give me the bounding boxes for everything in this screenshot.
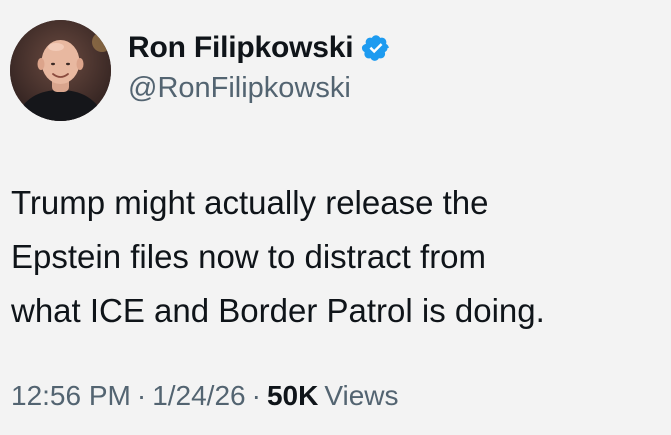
tweet-card[interactable]: Ron Filipkowski @RonFilipkowski Trump mi… xyxy=(0,0,671,435)
tweet-text-line: Epstein files now to distract from xyxy=(11,238,487,275)
author-avatar[interactable] xyxy=(10,20,111,121)
tweet-text-line: Trump might actually release the xyxy=(11,184,489,221)
tweet-date[interactable]: 1/24/26 xyxy=(152,380,245,412)
meta-separator: · xyxy=(136,380,147,411)
author-display-name[interactable]: Ron Filipkowski xyxy=(128,31,354,65)
author-name-row: Ron Filipkowski xyxy=(128,28,391,68)
views-label: Views xyxy=(324,380,399,411)
tweet-text: Trump might actually release the Epstein… xyxy=(11,176,661,338)
views-count: 50K xyxy=(266,380,319,411)
avatar-photo-icon xyxy=(10,20,111,121)
author-handle[interactable]: @RonFilipkowski xyxy=(128,72,351,105)
verified-badge-icon[interactable] xyxy=(361,33,391,63)
meta-separator: · xyxy=(251,380,261,411)
tweet-metadata: 12:56 PM · 1/24/26 · 50K Views xyxy=(11,380,399,412)
tweet-time[interactable]: 12:56 PM xyxy=(11,380,131,412)
tweet-text-line: what ICE and Border Patrol is doing. xyxy=(11,292,545,329)
